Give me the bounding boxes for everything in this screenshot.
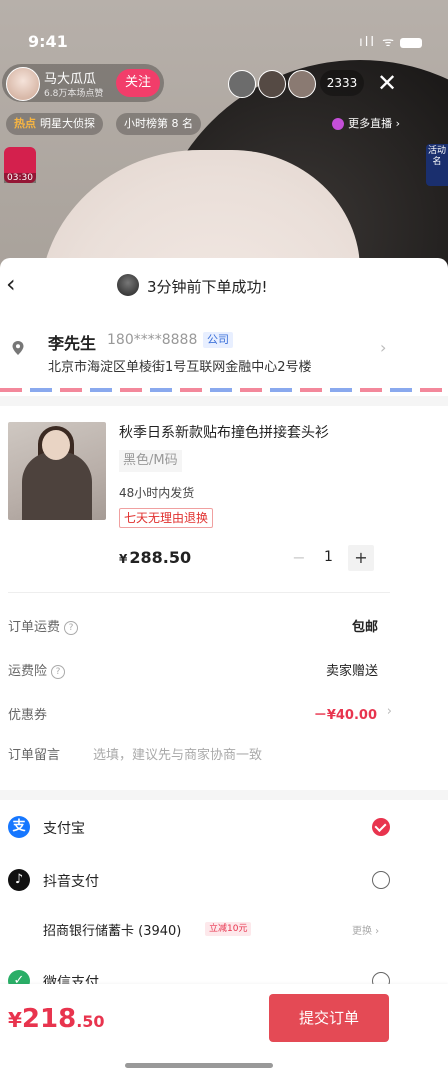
change-card-button[interactable]: 更换 › xyxy=(352,922,379,937)
host-info[interactable]: 马大瓜瓜 6.8万本场点赞 关注 xyxy=(2,64,164,102)
shipping-fee-row: 订单运费? 包邮 xyxy=(0,610,448,640)
quantity-value[interactable]: 1 xyxy=(324,549,333,565)
hot-label: 热点 xyxy=(14,117,36,130)
douyin-radio[interactable] xyxy=(372,871,390,889)
sheet-header: ‹ 3分钟前下单成功! xyxy=(0,258,448,310)
product-image-head xyxy=(42,430,70,460)
douyin-icon: ♪ xyxy=(8,869,30,891)
host-avatar[interactable] xyxy=(6,67,40,101)
ship-time: 48小时内发货 xyxy=(119,486,195,500)
buyer-avatar xyxy=(117,274,139,296)
more-live-label: 更多直播 › xyxy=(348,117,400,130)
section-gap xyxy=(0,396,448,406)
bank-promo-badge: 立减10元 xyxy=(205,922,252,936)
minus-button[interactable]: − xyxy=(286,545,312,571)
gift-timer: 03:30 xyxy=(4,173,36,183)
product-title: 秋季日系新款贴布撞色拼接套头衫 xyxy=(119,425,329,441)
more-live-button[interactable]: 更多直播 › xyxy=(332,113,400,135)
remark-row[interactable]: 订单留言 选填，建议先与商家协商一致 xyxy=(0,738,448,768)
gift-icon[interactable]: 03:30 xyxy=(4,147,36,183)
coupon-row[interactable]: 优惠券 －¥40.00 › xyxy=(0,698,448,728)
section-gap xyxy=(0,790,448,800)
return-policy-badge: 七天无理由退换 xyxy=(119,508,214,528)
battery-icon xyxy=(400,37,422,48)
coupon-value: －¥40.00 xyxy=(313,708,377,723)
product-image-body xyxy=(22,452,92,520)
total-price: ¥218.50 xyxy=(8,1004,105,1034)
insurance-value: 卖家赠送 xyxy=(325,664,378,679)
alipay-radio[interactable] xyxy=(372,818,390,836)
host-likes: 6.8万本场点赞 xyxy=(44,89,104,99)
follow-button[interactable]: 关注 xyxy=(116,69,160,97)
status-bar: 9:41 ıll ᯤ xyxy=(0,0,448,51)
order-success-message: 3分钟前下单成功! xyxy=(147,278,268,296)
viewer-count[interactable]: 2333 xyxy=(320,70,364,96)
remark-input[interactable]: 选填，建议先与商家协商一致 xyxy=(93,744,262,763)
envelope-stripe xyxy=(0,388,448,392)
product-spec[interactable]: 黑色/M码 xyxy=(119,450,182,472)
plus-button[interactable]: + xyxy=(348,545,374,571)
status-time: 9:41 xyxy=(28,32,68,51)
more-live-icon xyxy=(332,118,345,130)
alipay-icon: 支 xyxy=(8,816,30,838)
hot-topic-title: 明星大侦探 xyxy=(40,117,95,130)
total-integer: 218 xyxy=(21,1004,77,1034)
viewer-avatar[interactable] xyxy=(288,70,316,98)
payment-option-alipay[interactable]: 支 支付宝 xyxy=(0,808,448,848)
shipping-address[interactable]: 李先生 180****8888 公司 北京市海淀区单棱街1号互联网金融中心2号楼… xyxy=(0,312,448,382)
douyin-label: 抖音支付 xyxy=(43,874,99,890)
shipping-fee-value: 包邮 xyxy=(351,620,378,635)
signal-wifi-icon: ıll ᯤ xyxy=(359,32,422,50)
bottom-bar: ¥218.50 提交订单 xyxy=(0,984,448,1068)
help-icon[interactable]: ? xyxy=(64,621,79,635)
chevron-right-icon[interactable]: › xyxy=(387,704,392,719)
close-icon[interactable]: ✕ xyxy=(374,68,400,98)
recipient-name: 李先生 xyxy=(48,334,97,353)
coupon-label: 优惠券 xyxy=(8,708,48,723)
submit-order-button[interactable]: 提交订单 xyxy=(269,994,389,1042)
checkout-sheet: ‹ 3分钟前下单成功! 李先生 180****8888 公司 北京市海淀区单棱街… xyxy=(0,258,448,1068)
total-decimal: .50 xyxy=(76,1012,105,1031)
remark-label: 订单留言 xyxy=(8,748,61,763)
location-pin-icon xyxy=(12,341,24,355)
insurance-label: 运费险? xyxy=(8,660,66,679)
payment-option-douyin[interactable]: ♪ 抖音支付 xyxy=(0,861,448,901)
product-image[interactable] xyxy=(8,422,106,520)
viewer-avatar[interactable] xyxy=(228,70,256,98)
host-name: 马大瓜瓜 xyxy=(44,72,97,87)
help-icon[interactable]: ? xyxy=(51,665,66,679)
product-price: ¥288.50 xyxy=(119,548,191,567)
home-indicator[interactable] xyxy=(125,1063,273,1068)
shipping-fee-label: 订单运费? xyxy=(8,616,79,635)
product-card: 秋季日系新款贴布撞色拼接套头衫 黑色/M码 48小时内发货 七天无理由退换 ¥2… xyxy=(0,408,448,588)
hot-topic-tag[interactable]: 热点 明星大侦探 xyxy=(6,113,103,135)
insurance-label-text: 运费险 xyxy=(8,664,48,679)
divider xyxy=(8,592,390,593)
viewer-avatar[interactable] xyxy=(258,70,286,98)
activity-side-tab[interactable]: 活动名 xyxy=(426,144,448,186)
total-symbol: ¥ xyxy=(8,1008,22,1032)
alipay-label: 支付宝 xyxy=(43,821,85,837)
hourly-rank-tag[interactable]: 小时榜第 8 名 xyxy=(116,113,201,135)
price-symbol: ¥ xyxy=(119,552,128,566)
price-value: 288.50 xyxy=(129,548,192,567)
chevron-right-icon[interactable]: › xyxy=(380,338,386,357)
shipping-fee-label-text: 订单运费 xyxy=(8,620,61,635)
back-icon[interactable]: ‹ xyxy=(6,268,30,300)
recipient-phone: 180****8888 xyxy=(107,332,198,348)
bank-card-row[interactable]: 招商银行储蓄卡 (3940) 立减10元 更换 › xyxy=(0,912,448,952)
address-tag: 公司 xyxy=(203,332,233,348)
bank-card-label: 招商银行储蓄卡 (3940) xyxy=(43,924,182,939)
address-line: 北京市海淀区单棱街1号互联网金融中心2号楼 xyxy=(48,360,312,375)
shipping-insurance-row: 运费险? 卖家赠送 xyxy=(0,654,448,684)
